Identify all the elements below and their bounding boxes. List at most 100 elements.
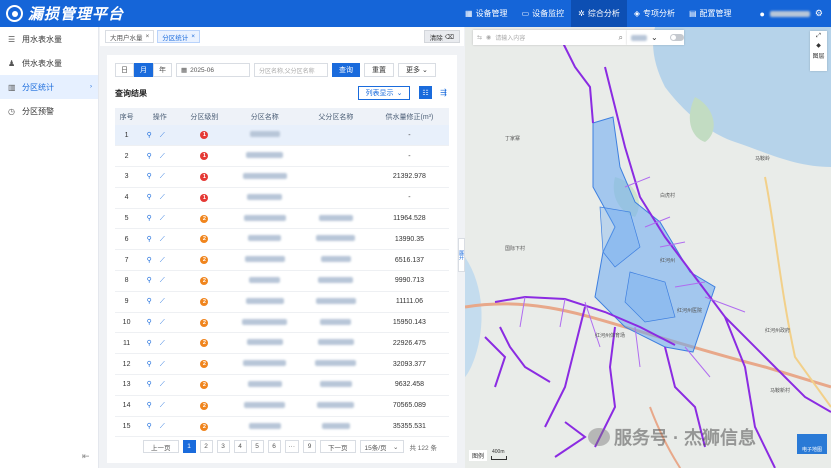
locate-icon[interactable]: ⚲ xyxy=(147,423,160,430)
chart-icon[interactable]: ⟋ xyxy=(160,277,173,284)
expand-map-toggle[interactable]: 展开 xyxy=(458,238,465,272)
tab-zone-stats[interactable]: 分区统计 × xyxy=(157,30,201,43)
reset-button[interactable]: 重置 xyxy=(364,63,394,77)
period-month-button[interactable]: 月 xyxy=(134,63,153,77)
table-row[interactable]: 11 ⚲⟋ 2 22926.475 xyxy=(115,332,449,355)
layer-icon[interactable]: ⇆ xyxy=(477,34,482,41)
table-row[interactable]: 7 ⚲⟋ 2 6516.137 xyxy=(115,249,449,272)
map-view[interactable]: ⇆ ◉ 请输入内容 ⌕ ⌄ ⤢ ◆ 图层 丁家寨 马鞍岭 国际下村 白虎村 红河… xyxy=(465,27,831,468)
keyword-input[interactable]: 分区名称,父分区名称 xyxy=(254,63,328,77)
locate-icon[interactable]: ⚲ xyxy=(147,132,160,139)
chart-icon[interactable]: ⟋ xyxy=(160,340,173,347)
map-layer-tool[interactable]: ⤢ ◆ 图层 xyxy=(810,31,827,71)
sidebar-item-zone-alert[interactable]: ◷ 分区预警 xyxy=(0,99,98,123)
table-row[interactable]: 9 ⚲⟋ 2 11111.06 xyxy=(115,291,449,313)
table-row[interactable]: 5 ⚲⟋ 2 11964.528 xyxy=(115,208,449,230)
page-4[interactable]: 4 xyxy=(233,440,247,453)
locate-icon[interactable]: ⚲ xyxy=(147,361,160,368)
map-search-input[interactable]: 请输入内容 xyxy=(495,33,525,42)
locate-icon[interactable]: ⚲ xyxy=(147,319,160,326)
next-page-button[interactable]: 下一页 xyxy=(320,440,356,453)
page-5[interactable]: 5 xyxy=(250,440,264,453)
tab-large-user[interactable]: 大用户水量 × xyxy=(105,30,155,43)
table-row[interactable]: 2 ⚲⟋ 1- xyxy=(115,145,449,168)
chart-icon[interactable]: ⟋ xyxy=(160,236,173,243)
map-filter-control[interactable]: ⌄ xyxy=(627,30,684,45)
locate-icon[interactable]: ⚲ xyxy=(147,236,160,243)
period-day-button[interactable]: 日 xyxy=(115,63,134,77)
locate-icon[interactable]: ⚲ xyxy=(147,381,160,388)
page-6[interactable]: 6 xyxy=(267,440,281,453)
more-button[interactable]: 更多 ⌄ xyxy=(398,63,436,77)
chart-icon[interactable]: ⟋ xyxy=(160,194,173,201)
table-row[interactable]: 6 ⚲⟋ 2 13990.35 xyxy=(115,228,449,251)
locate-icon[interactable]: ⚲ xyxy=(147,194,160,201)
chart-icon[interactable]: ⟋ xyxy=(160,402,173,409)
page-2[interactable]: 2 xyxy=(199,440,213,453)
table-row[interactable]: 15 ⚲⟋ 2 35355.531 xyxy=(115,416,449,438)
chart-icon[interactable]: ⟋ xyxy=(160,132,173,139)
table-row[interactable]: 12 ⚲⟋ 2 32093.377 xyxy=(115,353,449,376)
page-3[interactable]: 3 xyxy=(216,440,230,453)
nav-special-analysis[interactable]: ◈ 专项分析 xyxy=(627,0,682,27)
locate-icon[interactable]: ⚲ xyxy=(147,340,160,347)
chart-icon[interactable]: ⟋ xyxy=(160,173,173,180)
map-type-switch[interactable]: 电子地图 xyxy=(797,434,827,454)
chart-icon[interactable]: ⟋ xyxy=(160,423,173,430)
list-display-dropdown[interactable]: 列表显示 ⌄ xyxy=(358,86,410,100)
locate-icon[interactable]: ⚲ xyxy=(147,277,160,284)
sidebar-item-zone-stats[interactable]: ▥ 分区统计 › xyxy=(0,75,98,99)
nav-comprehensive-analysis[interactable]: ✲ 综合分析 xyxy=(571,0,627,27)
nav-device-monitor[interactable]: ▭ 设备监控 xyxy=(515,0,572,27)
locate-icon[interactable]: ⚲ xyxy=(147,298,160,305)
page-1[interactable]: 1 xyxy=(182,440,196,453)
parent-name-redacted xyxy=(315,297,356,304)
settings-icon[interactable]: ⚙ xyxy=(815,8,823,19)
table-row[interactable]: 3 ⚲⟋ 1 21392.978 xyxy=(115,166,449,188)
page-size-select[interactable]: 15条/页 ⌄ xyxy=(359,440,404,453)
expand-icon[interactable]: ⤢ xyxy=(816,33,821,40)
locate-icon[interactable]: ⚲ xyxy=(147,173,160,180)
locate-icon[interactable]: ⚲ xyxy=(147,215,160,222)
tree-view-icon[interactable]: ⇶ xyxy=(437,86,450,99)
locate-icon[interactable]: ⚲ xyxy=(147,402,160,409)
chart-icon[interactable]: ⟋ xyxy=(160,215,173,222)
col-supply: 供水量修正(m³) xyxy=(369,108,449,125)
date-picker[interactable]: ▦ 2025-06 xyxy=(176,63,250,77)
table-row[interactable]: 1 ⚲⟋ 1- xyxy=(115,125,449,147)
nav-config-management[interactable]: ▤ 配置管理 xyxy=(682,0,739,27)
chart-icon[interactable]: ⟋ xyxy=(160,319,173,326)
chart-icon[interactable]: ⟋ xyxy=(160,361,173,368)
page-ellipsis[interactable]: ··· xyxy=(284,440,299,453)
map-legend-button[interactable]: 图例 xyxy=(469,450,488,461)
prev-page-button[interactable]: 上一页 xyxy=(143,440,179,453)
table-view-icon[interactable]: ☷ xyxy=(419,86,432,99)
locate-icon[interactable]: ◉ xyxy=(486,34,491,41)
chart-icon[interactable]: ⟋ xyxy=(160,381,173,388)
collapse-sidebar-icon[interactable]: ⇤ xyxy=(82,451,90,462)
period-year-button[interactable]: 年 xyxy=(153,63,172,77)
table-row[interactable]: 8 ⚲⟋ 2 9990.713 xyxy=(115,270,449,292)
map-toggle-switch[interactable] xyxy=(669,34,684,41)
layers-icon[interactable]: ◆ xyxy=(816,42,821,49)
clear-tabs-button[interactable]: 清除 ⌫ xyxy=(423,30,460,43)
locate-icon[interactable]: ⚲ xyxy=(147,153,160,160)
locate-icon[interactable]: ⚲ xyxy=(147,257,160,264)
sidebar-item-user-meter[interactable]: ☰ 用水表水量 xyxy=(0,27,98,51)
chart-icon[interactable]: ⟋ xyxy=(160,153,173,160)
search-icon[interactable]: ⌕ xyxy=(619,33,623,43)
table-row[interactable]: 10 ⚲⟋ 2 15950.143 xyxy=(115,312,449,334)
chart-icon[interactable]: ⟋ xyxy=(160,257,173,264)
close-icon[interactable]: × xyxy=(146,33,150,40)
search-button[interactable]: 查询 xyxy=(332,63,360,77)
table-row[interactable]: 13 ⚲⟋ 2 9632.458 xyxy=(115,374,449,396)
page-9[interactable]: 9 xyxy=(303,440,316,453)
table-row[interactable]: 14 ⚲⟋ 2 70565.089 xyxy=(115,395,449,417)
user-menu[interactable]: ● ⚙ xyxy=(759,0,823,27)
table-row[interactable]: 4 ⚲⟋ 1- xyxy=(115,187,449,209)
close-icon[interactable]: × xyxy=(191,33,195,40)
chart-icon[interactable]: ⟋ xyxy=(160,298,173,305)
map-search-box[interactable]: ⇆ ◉ 请输入内容 ⌕ xyxy=(473,30,627,45)
nav-device-management[interactable]: ▦ 设备管理 xyxy=(458,0,515,27)
sidebar-item-supply-meter[interactable]: ♟ 供水表水量 xyxy=(0,51,98,75)
